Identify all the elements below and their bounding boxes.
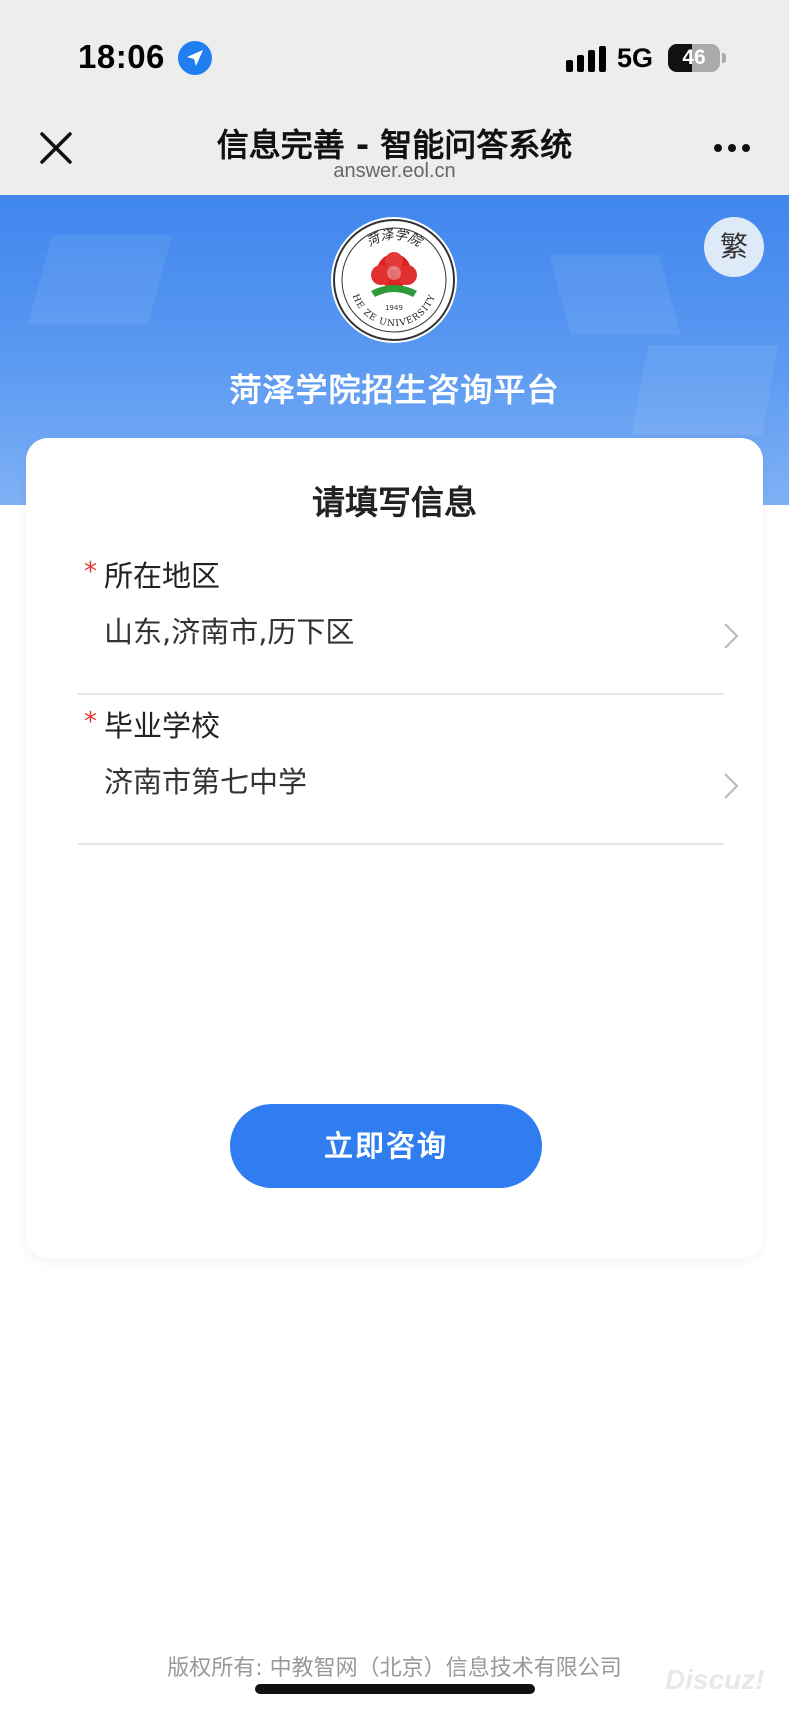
status-time: 18:06 — [78, 38, 165, 75]
chevron-right-icon — [724, 623, 739, 649]
battery-icon: 46 — [668, 44, 720, 72]
university-seal-icon: 菏泽学院 HE ZE UNIVERSITY 1949 — [333, 219, 455, 341]
home-indicator[interactable] — [255, 1684, 535, 1694]
school-value: 济南市第七中学 — [104, 765, 308, 799]
traditional-chinese-toggle[interactable]: 繁 — [704, 217, 764, 277]
battery-cap — [722, 53, 726, 63]
more-dot — [728, 144, 736, 152]
more-button[interactable] — [712, 140, 752, 160]
region-label: 所在地区 — [104, 559, 221, 593]
page-url: answer.eol.cn — [333, 160, 456, 182]
logo-year: 1949 — [385, 304, 403, 312]
university-logo: 菏泽学院 HE ZE UNIVERSITY 1949 — [331, 217, 457, 343]
hero-decoration — [549, 255, 681, 335]
required-mark: * — [84, 557, 97, 587]
battery-level: 46 — [682, 46, 706, 69]
consult-now-button[interactable]: 立即咨询 — [230, 1104, 542, 1188]
platform-title: 菏泽学院招生咨询平台 — [229, 371, 560, 409]
location-arrow-icon — [178, 41, 212, 75]
region-value: 山东,济南市,历下区 — [104, 615, 355, 649]
school-label: 毕业学校 — [104, 709, 221, 743]
signal-bars-icon — [566, 46, 606, 72]
hero-decoration — [27, 235, 173, 325]
watermark: Discuz! — [665, 1664, 765, 1695]
info-form-card: 请填写信息 * 所在地区 山东,济南市,历下区 * 毕业学校 济南市第七中学 立… — [26, 438, 763, 1258]
required-mark: * — [84, 707, 97, 737]
form-title: 请填写信息 — [312, 483, 477, 522]
more-dots-icon — [714, 144, 722, 152]
school-field[interactable]: * 毕业学校 济南市第七中学 — [78, 693, 739, 845]
network-type: 5G — [617, 43, 654, 73]
more-dot — [742, 144, 750, 152]
top-bar: 18:06 5G 46 信息完善 - 智能问答系统 answer.eol.cn — [0, 0, 789, 195]
region-field[interactable]: * 所在地区 山东,济南市,历下区 — [78, 543, 739, 695]
chevron-right-icon — [724, 773, 739, 799]
